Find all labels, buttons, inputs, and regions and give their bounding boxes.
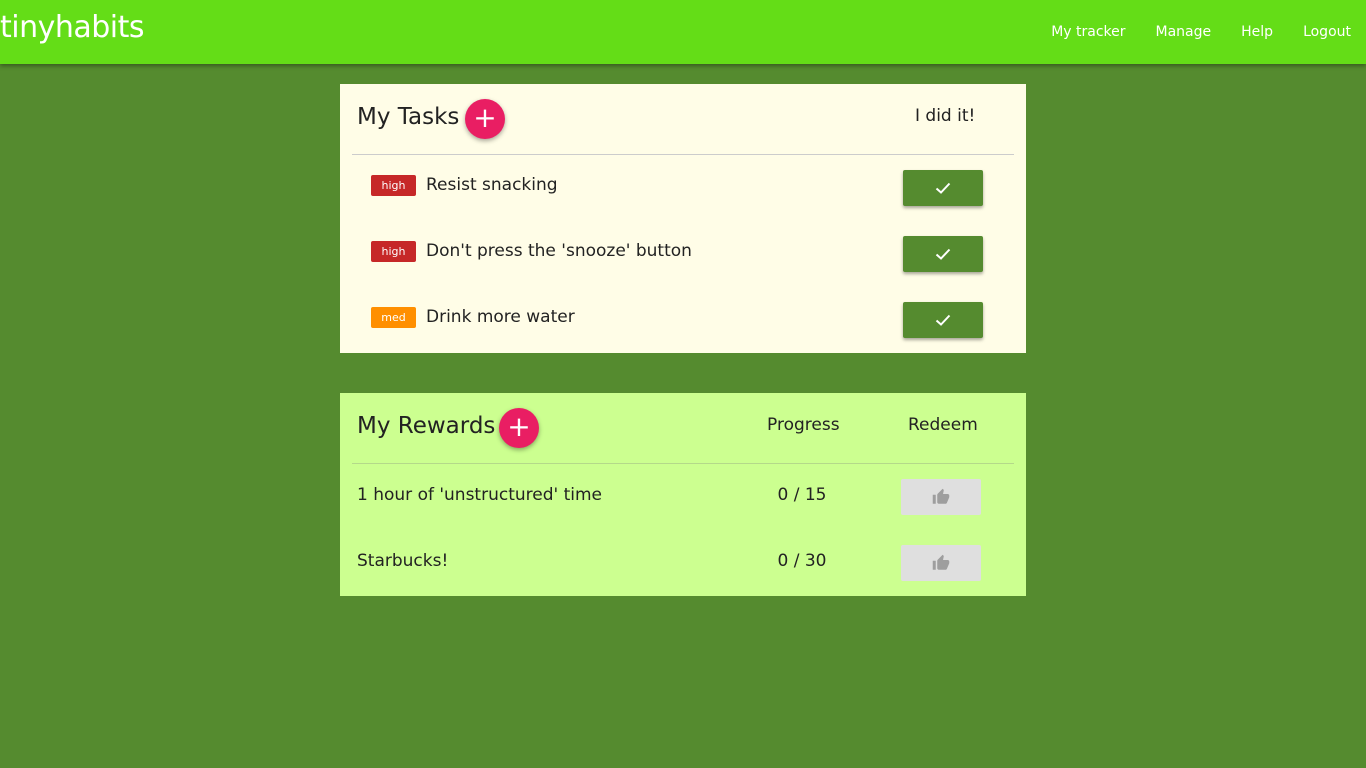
tasks-header: My Tasks + I did it! [352, 84, 1014, 155]
task-row: high Don't press the 'snooze' button [340, 234, 1026, 274]
i-did-it-header: I did it! [915, 106, 976, 126]
task-done-button[interactable] [903, 170, 983, 206]
tasks-card: My Tasks + I did it! high Resist snackin… [340, 84, 1026, 353]
reward-progress: 0 / 15 [777, 485, 827, 505]
brand-logo[interactable]: tinyhabits [0, 10, 145, 45]
redeem-header: Redeem [908, 415, 978, 435]
thumbs-up-icon [932, 488, 950, 504]
nav-my-tracker[interactable]: My tracker [1051, 24, 1125, 40]
progress-header: Progress [767, 415, 840, 435]
thumbs-up-icon [932, 554, 950, 570]
rewards-card: My Rewards + Progress Redeem 1 hour of '… [340, 393, 1026, 596]
rewards-title: My Rewards [357, 413, 496, 439]
redeem-button[interactable] [901, 545, 981, 581]
task-row: high Resist snacking [340, 168, 1026, 208]
plus-icon: + [507, 410, 531, 443]
nav-logout[interactable]: Logout [1303, 24, 1351, 40]
nav-help[interactable]: Help [1241, 24, 1273, 40]
task-done-button[interactable] [903, 236, 983, 272]
task-name: Resist snacking [426, 175, 558, 195]
tasks-title: My Tasks [357, 104, 460, 130]
top-app-bar: tinyhabits My tracker Manage Help Logout [0, 0, 1366, 64]
check-icon [935, 248, 951, 260]
priority-badge: high [371, 175, 416, 196]
reward-row: 1 hour of 'unstructured' time 0 / 15 [340, 479, 1026, 519]
reward-name: 1 hour of 'unstructured' time [357, 485, 602, 505]
rewards-header: My Rewards + Progress Redeem [352, 393, 1014, 464]
task-name: Drink more water [426, 307, 575, 327]
add-task-button[interactable]: + [465, 99, 505, 139]
redeem-button[interactable] [901, 479, 981, 515]
task-done-button[interactable] [903, 302, 983, 338]
task-name: Don't press the 'snooze' button [426, 241, 692, 261]
reward-progress: 0 / 30 [777, 551, 827, 571]
priority-badge: med [371, 307, 416, 328]
priority-badge: high [371, 241, 416, 262]
check-icon [935, 314, 951, 326]
reward-name: Starbucks! [357, 551, 449, 571]
main-nav: My tracker Manage Help Logout [1021, 0, 1351, 64]
check-icon [935, 182, 951, 194]
add-reward-button[interactable]: + [499, 408, 539, 448]
task-row: med Drink more water [340, 300, 1026, 340]
plus-icon: + [473, 101, 497, 134]
nav-manage[interactable]: Manage [1156, 24, 1212, 40]
reward-row: Starbucks! 0 / 30 [340, 545, 1026, 585]
